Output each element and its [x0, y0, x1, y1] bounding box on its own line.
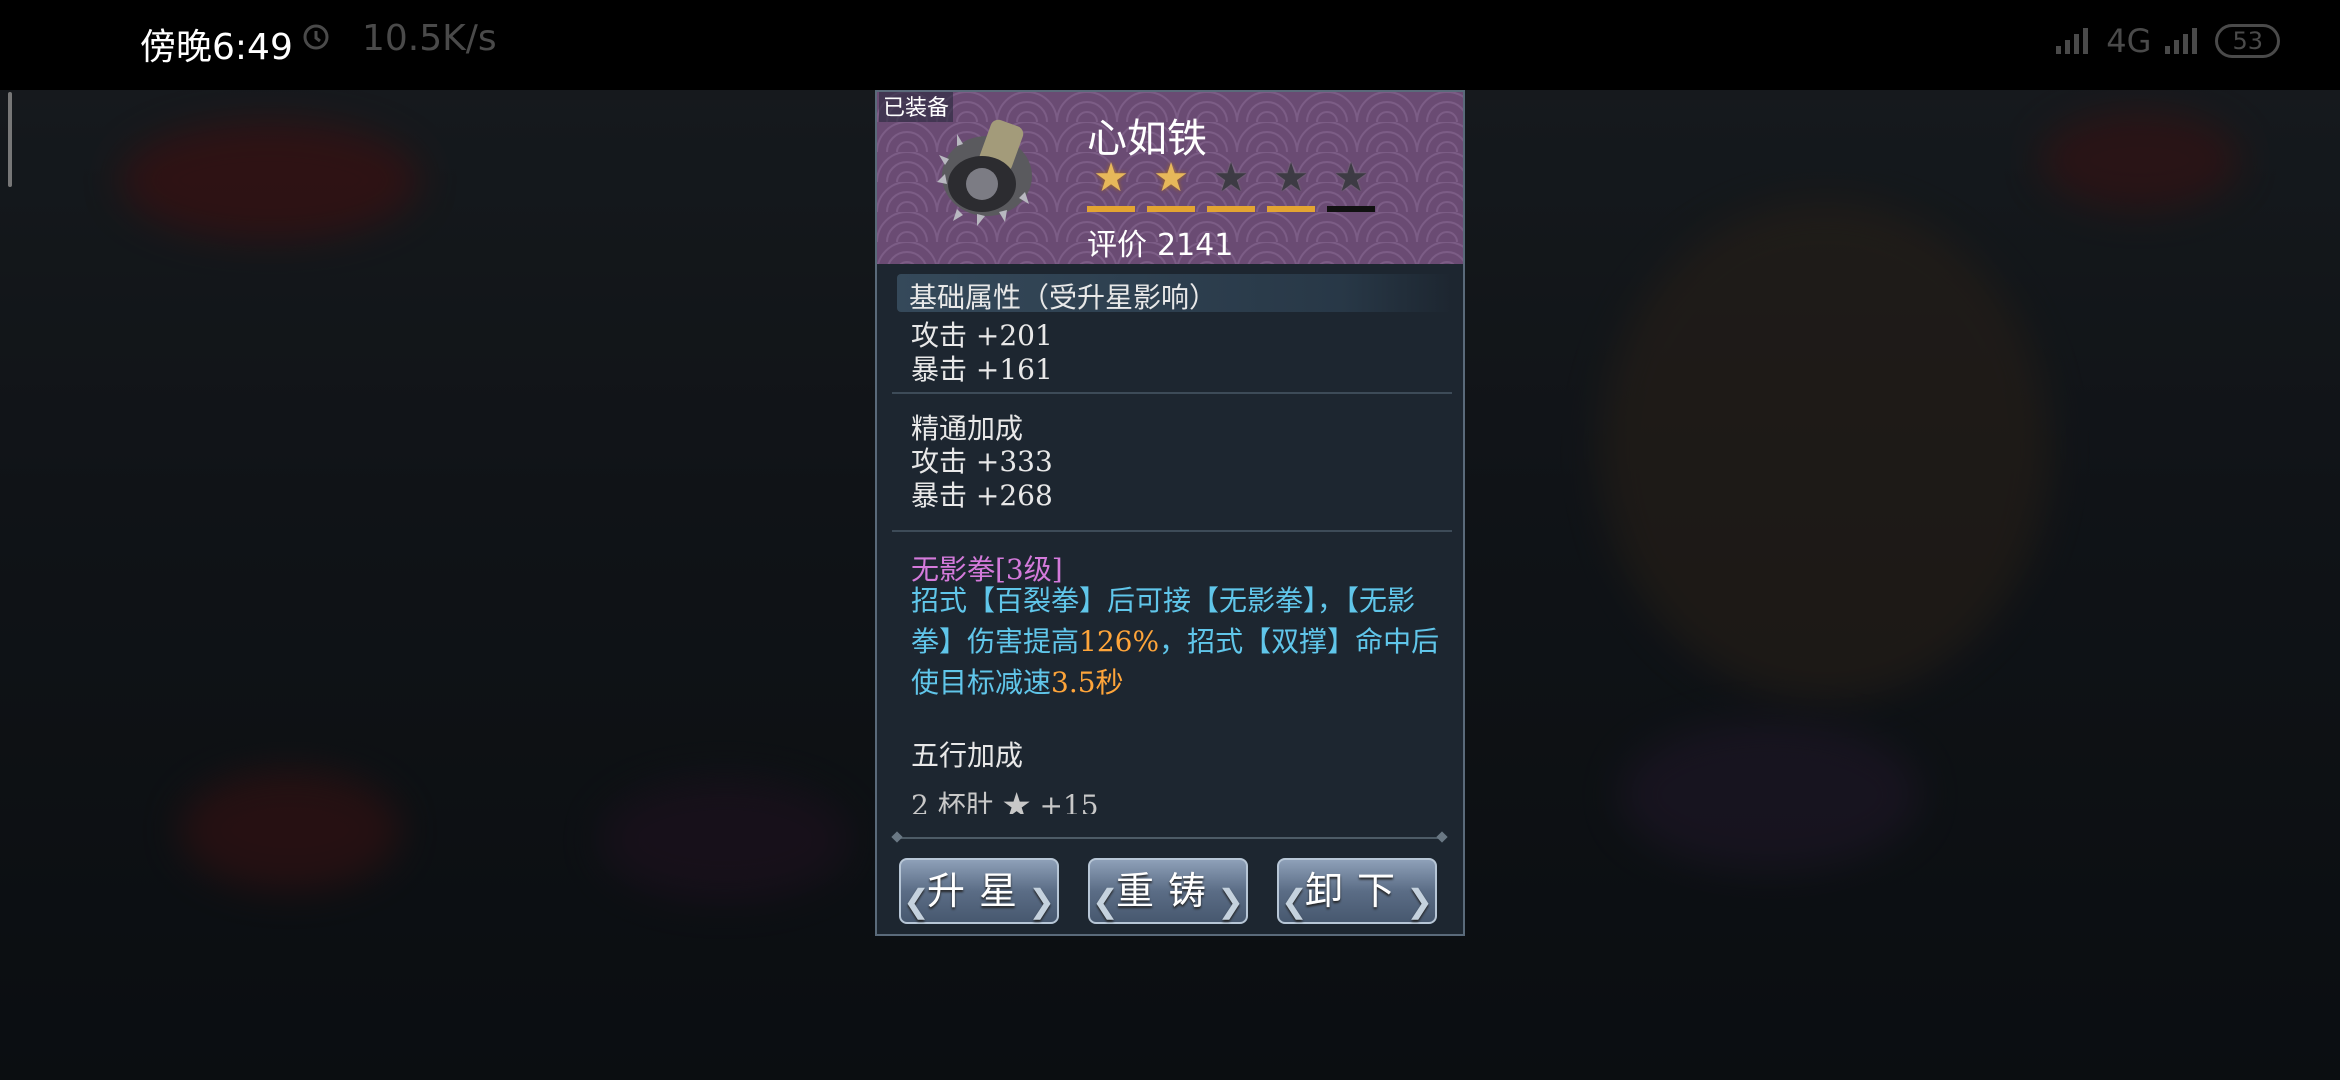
- rating: 评价 2141: [1087, 220, 1233, 264]
- item-detail-panel: 已装备 心如铁 ★ ★ ★ ★ ★ 评价 2141 基础属性（受升星影响） 攻击…: [875, 90, 1465, 936]
- upgrade-label: 升星: [926, 869, 1031, 913]
- base-attrs-title: 基础属性（受升星影响）: [909, 281, 1218, 314]
- rating-value: 2141: [1157, 228, 1234, 263]
- status-bar: 傍晚6:49 10.5K/s 4G 53: [0, 0, 2340, 90]
- skill-highlight: 126%: [1079, 625, 1160, 658]
- scrollbar[interactable]: [8, 92, 12, 187]
- upgrade-star-button[interactable]: ❮ 升星 ❯: [899, 858, 1059, 924]
- progress-segment: [1207, 206, 1255, 212]
- progress-segment: [1147, 206, 1195, 212]
- chevron-right-icon: ❯: [1028, 882, 1055, 920]
- chevron-right-icon: ❯: [1217, 882, 1244, 920]
- chevron-left-icon: ❮: [903, 882, 930, 920]
- unequip-label: 卸下: [1304, 869, 1409, 913]
- status-right: 4G 53: [2054, 22, 2280, 60]
- item-header: 已装备 心如铁 ★ ★ ★ ★ ★ 评价 2141: [877, 92, 1463, 264]
- alarm-icon: [303, 24, 329, 50]
- divider: [892, 530, 1452, 532]
- network-type: 4G: [2106, 22, 2152, 60]
- chevron-left-icon: ❮: [1092, 882, 1119, 920]
- reforge-button[interactable]: ❮ 重铸 ❯: [1088, 858, 1248, 924]
- base-attr-line: 暴击 +161: [911, 353, 1053, 386]
- skill-description: 招式【百裂拳】后可接【无影拳】，【无影拳】伤害提高126%，招式【双撑】命中后使…: [911, 580, 1451, 703]
- chevron-left-icon: ❮: [1281, 882, 1308, 920]
- wuxing-title: 五行加成: [911, 739, 1024, 772]
- signal-icon: [2056, 28, 2089, 54]
- chevron-right-icon: ❯: [1406, 882, 1433, 920]
- skill-highlight: 3.5秒: [1051, 666, 1124, 699]
- star-filled-icon: ★: [1153, 155, 1189, 201]
- star-rating: ★ ★ ★ ★ ★: [1087, 156, 1375, 200]
- divider: [892, 392, 1452, 394]
- signal-icon-2: [2165, 28, 2198, 54]
- wuxing-line: 2 杯肚 ★ +15: [911, 789, 1099, 814]
- gauntlet-icon[interactable]: [927, 114, 1042, 229]
- rating-label: 评价: [1087, 228, 1147, 263]
- net-speed: 10.5K/s: [362, 18, 497, 59]
- star-empty-icon: ★: [1213, 155, 1249, 201]
- progress-segment: [1327, 206, 1375, 212]
- bottom-divider: [897, 837, 1442, 839]
- star-empty-icon: ★: [1273, 155, 1309, 201]
- progress-segment: [1087, 206, 1135, 212]
- reforge-label: 重铸: [1115, 869, 1220, 913]
- unequip-button[interactable]: ❮ 卸下 ❯: [1277, 858, 1437, 924]
- battery-indicator: 53: [2215, 24, 2280, 58]
- progress-segment: [1267, 206, 1315, 212]
- status-time: 傍晚6:49: [140, 27, 293, 68]
- mastery-line: 暴击 +268: [911, 479, 1053, 512]
- attribute-scroll-area[interactable]: 基础属性（受升星影响） 攻击 +201 暴击 +161 精通加成 攻击 +333…: [877, 264, 1463, 814]
- star-progress-bars: [1087, 206, 1375, 212]
- star-empty-icon: ★: [1333, 155, 1369, 201]
- star-filled-icon: ★: [1093, 155, 1129, 201]
